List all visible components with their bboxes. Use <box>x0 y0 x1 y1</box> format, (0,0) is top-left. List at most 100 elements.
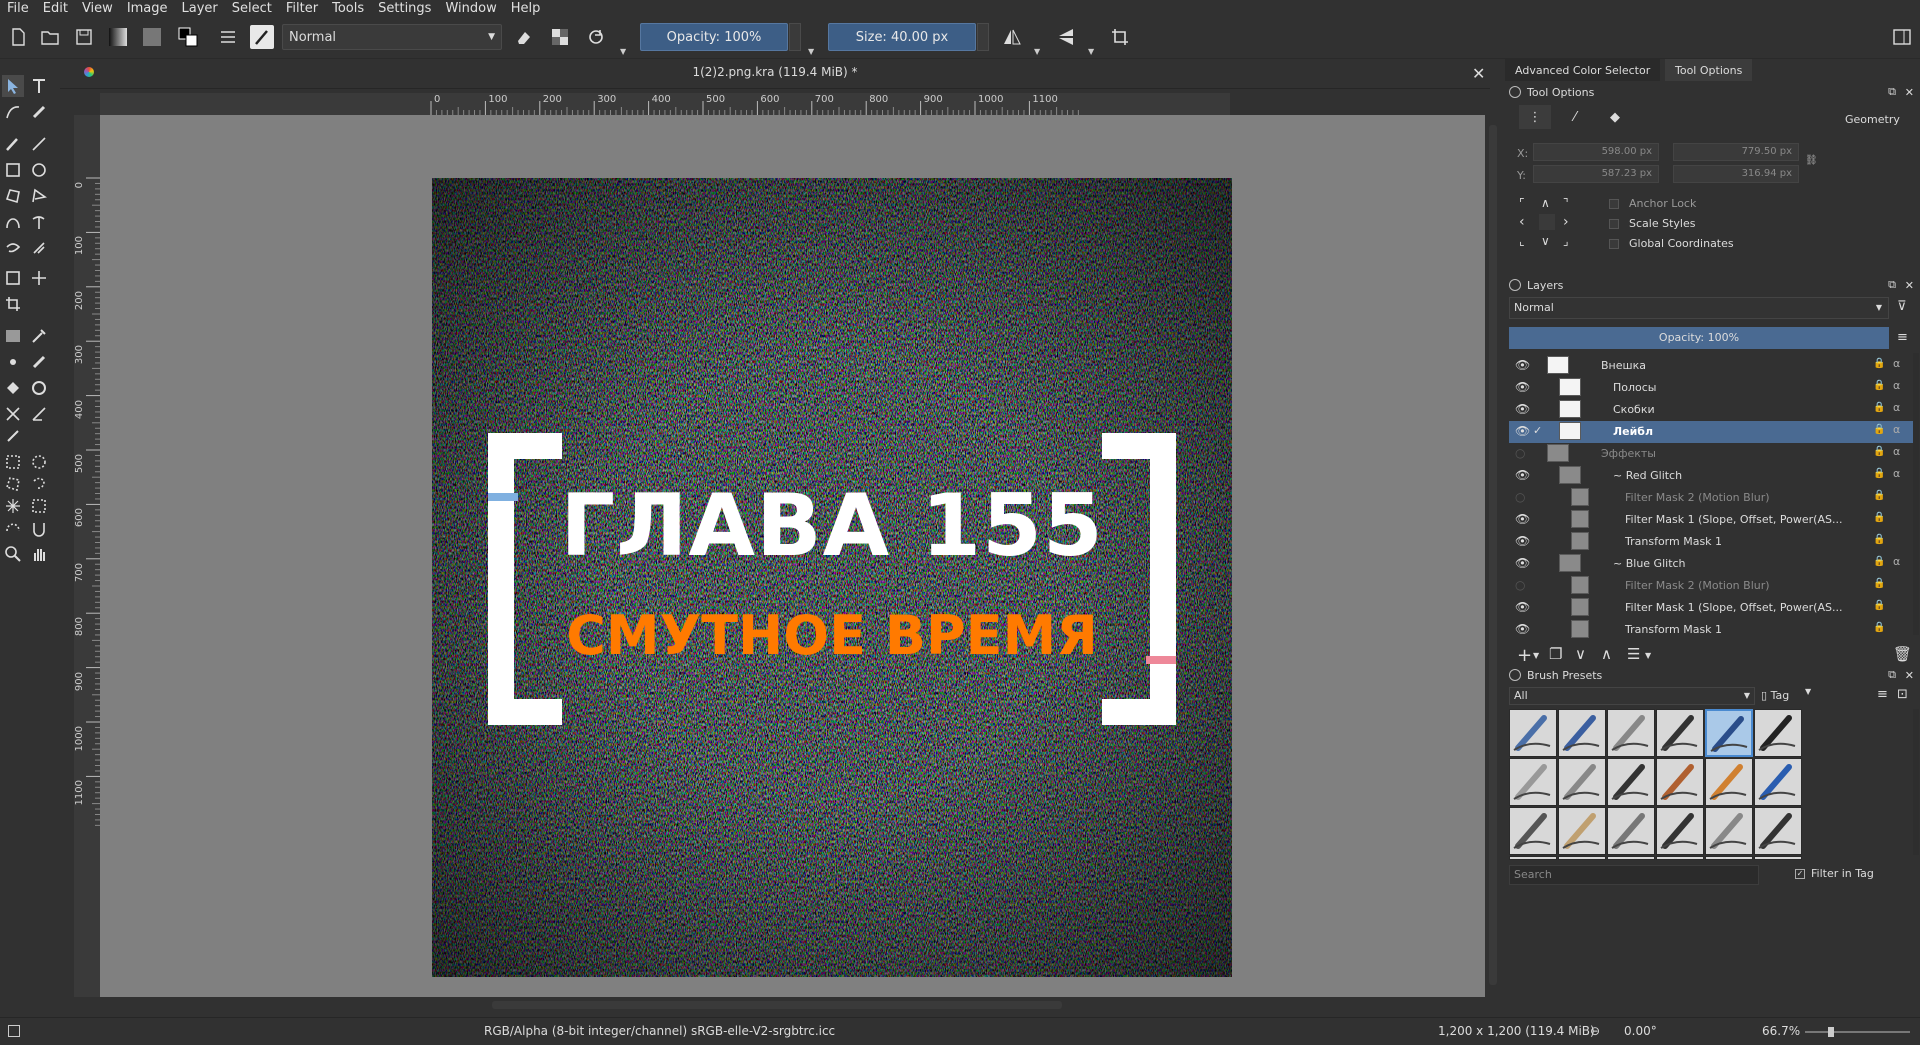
close-document-icon[interactable]: ✕ <box>1472 64 1485 83</box>
brush-import-icon[interactable]: ⊡ <box>1897 687 1908 702</box>
brush-preset-item[interactable] <box>1509 758 1557 806</box>
anchor-top-left-icon[interactable]: ⌜ <box>1519 196 1525 210</box>
anchor-left-icon[interactable]: ‹ <box>1519 214 1525 230</box>
enclose-fill-tool-icon[interactable] <box>28 377 50 399</box>
menu-help[interactable]: Help <box>504 0 548 17</box>
freehand-select-tool-icon[interactable] <box>28 473 50 495</box>
selection-icon[interactable] <box>8 1025 20 1037</box>
text-tool-icon[interactable] <box>28 75 50 97</box>
brush-preset-item[interactable] <box>1509 709 1557 757</box>
wrap-around-icon[interactable] <box>1108 25 1132 49</box>
document-tab-title[interactable]: 1(2)2.png.kra (119.4 MiB) * <box>60 65 1490 79</box>
menu-view[interactable]: View <box>75 0 120 17</box>
layer-row[interactable]: ○ Filter Mask 2 (Motion Blur) 🔒 <box>1509 487 1914 509</box>
menu-window[interactable]: Window <box>438 0 503 17</box>
horizontal-scrollbar[interactable] <box>100 999 1485 1011</box>
reload-icon[interactable] <box>584 25 608 49</box>
brush-preset-icon[interactable] <box>250 25 274 49</box>
zoom-slider[interactable] <box>1805 1031 1910 1033</box>
brush-preset-item[interactable] <box>1558 709 1606 757</box>
layer-row[interactable]: 👁 ~ Red Glitch 🔒 α <box>1509 465 1914 487</box>
layer-row[interactable]: ○ Эффекты 🔒 α <box>1509 443 1914 465</box>
layer-lock-icon[interactable]: 🔒 <box>1873 578 1885 589</box>
menu-settings[interactable]: Settings <box>371 0 438 17</box>
brush-preset-item[interactable] <box>1754 709 1802 757</box>
close-icon[interactable]: ✕ <box>1905 86 1914 99</box>
float-icon[interactable]: ⧉ <box>1888 668 1896 682</box>
alpha-lock-icon[interactable]: α <box>1893 445 1900 458</box>
alpha-lock-icon[interactable]: α <box>1893 423 1900 436</box>
filter-icon[interactable]: ⊽ <box>1897 299 1907 314</box>
layer-row[interactable]: 👁 ✓ Лейбл 🔒 α <box>1509 421 1914 443</box>
duplicate-layer-icon[interactable]: ❐ <box>1549 645 1562 663</box>
float-icon[interactable]: ⧉ <box>1888 85 1896 99</box>
menu-edit[interactable]: Edit <box>36 0 75 17</box>
freehand-brush-tool-icon[interactable] <box>2 133 24 155</box>
anchor-top-icon[interactable]: ∧ <box>1541 196 1550 210</box>
layer-lock-icon[interactable]: 🔒 <box>1873 424 1885 435</box>
brush-preset-item[interactable] <box>1607 807 1655 855</box>
layer-row[interactable]: ○ Filter Mask 2 (Motion Blur) 🔒 <box>1509 575 1914 597</box>
bezier-select-tool-icon[interactable] <box>2 517 24 539</box>
size-spin[interactable] <box>977 23 989 51</box>
eye-icon[interactable]: 👁 <box>1515 622 1530 636</box>
brush-preset-item[interactable] <box>1509 807 1557 855</box>
eye-icon[interactable]: 👁 <box>1515 556 1530 570</box>
image-canvas[interactable]: ГЛАВА 155 СМУТНОЕ ВРЕМЯ <box>432 178 1232 977</box>
brush-preset-item[interactable] <box>1558 856 1606 860</box>
eye-hidden-icon[interactable]: ○ <box>1515 578 1525 592</box>
color-picker-tool-icon[interactable] <box>28 325 50 347</box>
bezier-tool-icon[interactable] <box>2 211 24 233</box>
brush-grid-scrollbar[interactable] <box>1913 709 1919 855</box>
eye-icon[interactable]: 👁 <box>1515 380 1530 394</box>
brush-preset-item[interactable] <box>1509 856 1557 860</box>
magnetic-select-tool-icon[interactable] <box>28 517 50 539</box>
delete-layer-icon[interactable]: 🗑 <box>1893 645 1912 663</box>
ellipse-tool-icon[interactable] <box>28 159 50 181</box>
zoom-slider-handle[interactable] <box>1828 1027 1834 1037</box>
lock-icon[interactable] <box>1509 86 1521 98</box>
brush-preset-item[interactable] <box>1656 709 1704 757</box>
anchor-right-icon[interactable]: › <box>1563 214 1569 230</box>
lock-icon[interactable] <box>1509 669 1521 681</box>
brush-preset-item[interactable] <box>1607 856 1655 860</box>
crop-tool-icon[interactable] <box>2 293 24 315</box>
tab-advanced-color-selector[interactable]: Advanced Color Selector <box>1505 59 1661 81</box>
move-layer-up-icon[interactable]: ∧ <box>1601 645 1612 663</box>
rectangle-tool-icon[interactable] <box>2 159 24 181</box>
anchor-bottom-icon[interactable]: ∨ <box>1541 234 1550 248</box>
anchor-lock-checkbox[interactable] <box>1609 199 1619 209</box>
anchor-top-right-icon[interactable]: ⌝ <box>1563 196 1569 210</box>
line-tool-icon[interactable] <box>28 133 50 155</box>
pan-tool-icon[interactable] <box>28 543 50 565</box>
open-document-icon[interactable] <box>38 25 62 49</box>
select-shapes-tool-icon[interactable] <box>2 75 24 97</box>
rect-select-tool-icon[interactable] <box>2 451 24 473</box>
brush-preset-item[interactable] <box>1754 807 1802 855</box>
brush-preset-item[interactable] <box>1705 856 1753 860</box>
chevron-down-icon[interactable]: ▼ <box>1805 687 1811 696</box>
add-layer-icon[interactable]: + <box>1517 645 1532 666</box>
layer-lock-icon[interactable]: 🔒 <box>1873 468 1885 479</box>
chevron-down-icon[interactable]: ▼ <box>1088 47 1094 56</box>
zoom-tool-icon[interactable] <box>2 543 24 565</box>
anchor-bottom-right-icon[interactable]: ⌟ <box>1563 234 1569 248</box>
layer-row[interactable]: 👁 Filter Mask 1 (Slope, Offset, Power(AS.… <box>1509 509 1914 531</box>
layer-lock-icon[interactable]: 🔒 <box>1873 358 1885 369</box>
assistant-tool-icon[interactable] <box>2 403 24 425</box>
layer-row[interactable]: 👁 Filter Mask 1 (Slope, Offset, Power(AS.… <box>1509 597 1914 619</box>
polygon-tool-icon[interactable] <box>2 185 24 207</box>
layer-row[interactable]: 👁 Полосы 🔒 α <box>1509 377 1914 399</box>
vertical-scroll-thumb[interactable] <box>1489 125 1497 985</box>
alpha-lock-icon[interactable]: α <box>1893 467 1900 480</box>
brush-preset-item[interactable] <box>1656 856 1704 860</box>
brush-search-input[interactable]: Search <box>1509 865 1759 885</box>
blend-mode-select[interactable]: Normal ▼ <box>282 24 502 50</box>
brush-preset-item[interactable] <box>1558 807 1606 855</box>
fill-tab-icon[interactable]: ◆ <box>1599 105 1631 129</box>
global-coords-checkbox[interactable] <box>1609 239 1619 249</box>
vertical-scrollbar[interactable] <box>1487 115 1499 997</box>
save-icon[interactable] <box>72 25 96 49</box>
eye-icon[interactable]: 👁 <box>1515 468 1530 482</box>
pattern-icon[interactable] <box>140 25 164 49</box>
